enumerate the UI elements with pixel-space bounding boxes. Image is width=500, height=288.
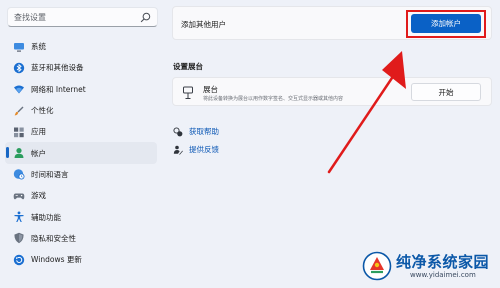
watermark-logo	[362, 251, 392, 281]
sidebar-item-label: 隐私和安全性	[31, 233, 76, 243]
wifi-icon	[13, 83, 25, 95]
sidebar-item-label: 系统	[31, 42, 46, 52]
sidebar-item-apps[interactable]: 应用	[5, 121, 157, 142]
sidebar-item-system[interactable]: 系统	[5, 36, 157, 57]
sidebar-item-network[interactable]: 网络和 Internet	[5, 79, 157, 100]
search-box[interactable]	[7, 7, 158, 27]
sidebar-item-windows-update[interactable]: Windows 更新	[5, 249, 157, 270]
give-feedback-label: 提供反馈	[189, 145, 219, 154]
kiosk-section-title: 设置展台	[173, 62, 203, 71]
watermark: 纯净系统家园 www.yidaimei.com	[362, 249, 498, 285]
sidebar-nav: 系统 蓝牙和其他设备 网络和 Internet 个性化 应用 帐户 时间和语言 …	[5, 36, 157, 270]
search-input[interactable]	[14, 10, 134, 24]
sidebar-item-label: Windows 更新	[31, 255, 82, 265]
sidebar-item-label: 应用	[31, 127, 46, 137]
sidebar-item-label: 时间和语言	[31, 169, 69, 179]
sidebar-item-bluetooth[interactable]: 蓝牙和其他设备	[5, 57, 157, 78]
sidebar-item-label: 个性化	[31, 106, 54, 116]
watermark-text: 纯净系统家园	[396, 253, 490, 271]
apps-icon	[13, 126, 25, 138]
get-help-link[interactable]: 获取帮助	[173, 126, 219, 137]
person-icon	[13, 147, 25, 159]
get-help-label: 获取帮助	[189, 127, 219, 136]
sidebar-item-gaming[interactable]: 游戏	[5, 185, 157, 206]
sidebar-item-accounts[interactable]: 帐户	[5, 142, 157, 164]
sidebar-item-label: 辅助功能	[31, 212, 61, 222]
sidebar-item-label: 游戏	[31, 191, 46, 201]
kiosk-title: 展台	[203, 85, 218, 94]
help-icon	[173, 126, 183, 137]
annotation-highlight-box	[406, 10, 486, 38]
sidebar-item-personalization[interactable]: 个性化	[5, 100, 157, 121]
sidebar-item-label: 蓝牙和其他设备	[31, 63, 84, 73]
bluetooth-icon	[13, 62, 25, 74]
windows-update-icon	[13, 254, 25, 266]
kiosk-card: 展台 将此设备转换为展台以用作数字签名、交互式显示器或其他内容 开始	[172, 77, 492, 106]
sidebar-item-label: 网络和 Internet	[31, 84, 86, 94]
shield-icon	[13, 232, 25, 244]
kiosk-icon	[183, 86, 193, 99]
kiosk-description: 将此设备转换为展台以用作数字签名、交互式显示器或其他内容	[203, 96, 344, 102]
kiosk-start-button[interactable]: 开始	[411, 83, 481, 101]
add-other-user-label: 添加其他用户	[181, 20, 226, 29]
globe-clock-icon	[13, 168, 25, 180]
gamepad-icon	[13, 190, 25, 202]
accessibility-icon	[13, 211, 25, 223]
sidebar-item-time-language[interactable]: 时间和语言	[5, 164, 157, 185]
watermark-url: www.yidaimei.com	[410, 271, 476, 279]
monitor-icon	[13, 41, 25, 53]
sidebar-item-label: 帐户	[31, 148, 46, 158]
sidebar-item-accessibility[interactable]: 辅助功能	[5, 206, 157, 227]
feedback-icon	[173, 145, 183, 155]
paint-brush-icon	[13, 105, 25, 117]
sidebar-item-privacy[interactable]: 隐私和安全性	[5, 228, 157, 249]
give-feedback-link[interactable]: 提供反馈	[173, 144, 219, 155]
search-icon	[140, 12, 151, 23]
